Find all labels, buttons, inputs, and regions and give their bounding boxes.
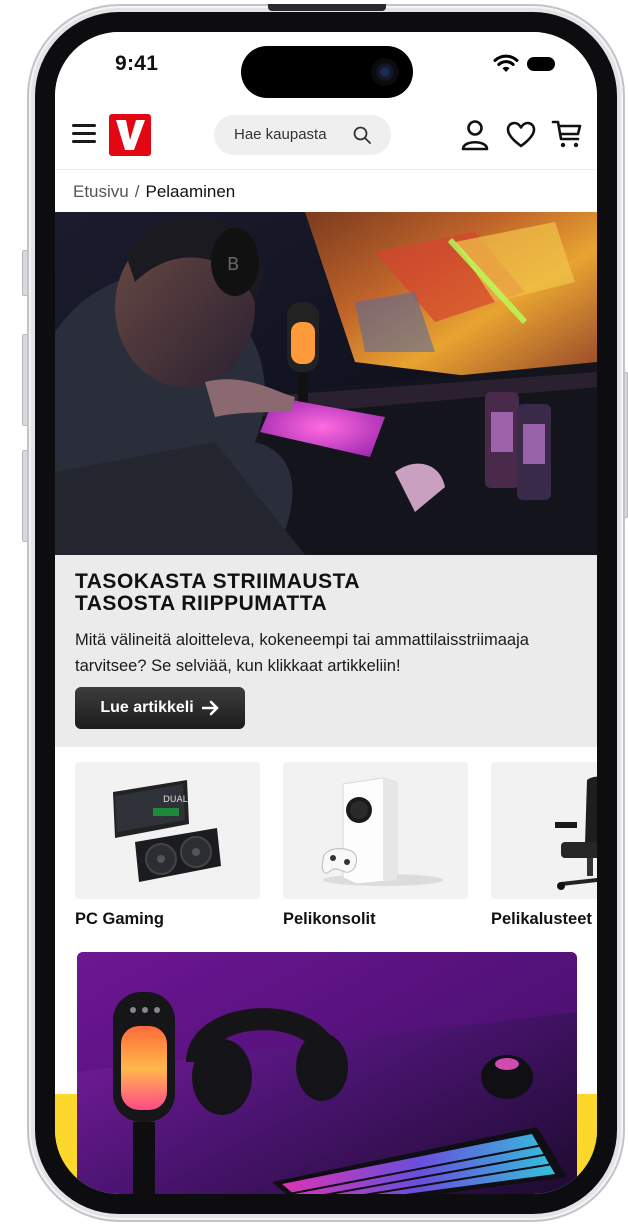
cart-icon[interactable] [551,118,583,150]
speaker-grille [268,4,386,11]
heart-icon[interactable] [506,121,536,149]
hero-title-line-1: TASOKASTA STRIIMAUSTA [75,570,361,593]
category-label: Pelikonsolit [283,910,376,928]
read-article-label: Lue artikkeli [100,699,194,716]
menu-icon[interactable] [72,124,96,144]
promo-accent-right [577,1094,597,1194]
category-label: Pelikalusteet [491,910,592,928]
hero-title: TASOKASTA STRIIMAUSTA TASOSTA RIIPPUMATT… [75,571,575,615]
status-time: 9:41 [115,52,159,75]
category-label: PC Gaming [75,910,164,928]
category-card-pc-gaming[interactable]: DUAL PC Gaming [75,762,260,929]
category-card-pelikalusteet[interactable]: Pelikalusteet [491,762,597,929]
breadcrumb-home-link[interactable]: Etusivu [73,182,129,201]
battery-icon [527,57,555,71]
search-icon [353,126,371,144]
camera-icon [371,58,399,86]
status-bar: 9:41 [55,32,597,98]
verkkokauppa-logo[interactable] [109,114,151,156]
category-carousel[interactable]: DUAL PC Gaming Pelikonsolit Pelikalustee… [55,762,597,952]
promo-accent-left [55,1094,77,1194]
read-article-button[interactable]: Lue artikkeli [75,687,245,729]
dynamic-island [241,46,413,98]
svg-text:B: B [227,254,239,275]
hero-title-line-2: TASOSTA RIIPPUMATTA [75,592,328,615]
site-header: Hae kaupasta [55,98,597,170]
hero-panel: TASOKASTA STRIIMAUSTA TASOSTA RIIPPUMATT… [55,555,597,747]
game-console-image [283,762,468,899]
search-placeholder: Hae kaupasta [234,126,327,143]
user-icon[interactable] [460,119,490,151]
gaming-chair-image [491,762,597,899]
breadcrumb-separator: / [134,182,140,201]
graphics-card-image: DUAL [75,762,260,899]
arrow-right-icon [201,700,218,716]
phone-screen: 9:41 Hae kaupasta Etusivu / Pelaaminen B… [55,32,597,1194]
search-input[interactable]: Hae kaupasta [214,115,391,155]
svg-text:DUAL: DUAL [163,795,188,805]
hero-description: Mitä välineitä aloitteleva, kokeneempi t… [75,631,529,675]
breadcrumb: Etusivu / Pelaaminen [73,182,235,202]
breadcrumb-current: Pelaaminen [145,182,236,201]
category-card-pelikonsolit[interactable]: Pelikonsolit [283,762,468,929]
wifi-icon [493,54,519,72]
hero-image[interactable]: B [55,212,597,555]
promo-banner-image[interactable] [77,952,577,1194]
